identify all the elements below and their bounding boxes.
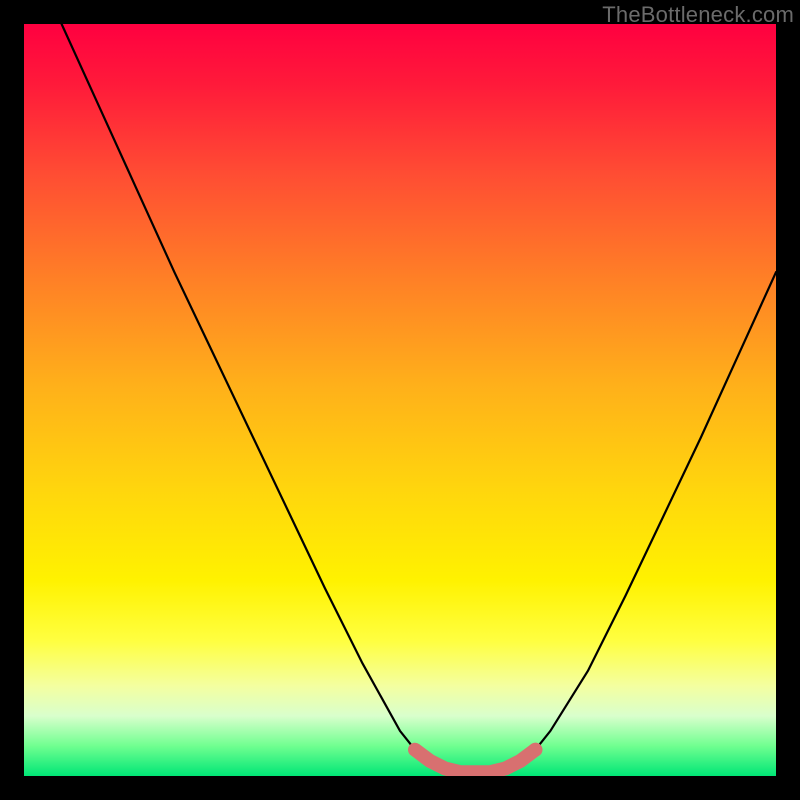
sweet-spot-overlay [415,750,535,773]
sweet-spot-end-dot [528,743,542,757]
watermark-text: TheBottleneck.com [602,2,794,28]
bottleneck-curve-line [62,24,776,772]
chart-plot-area [24,24,776,776]
chart-svg [24,24,776,776]
